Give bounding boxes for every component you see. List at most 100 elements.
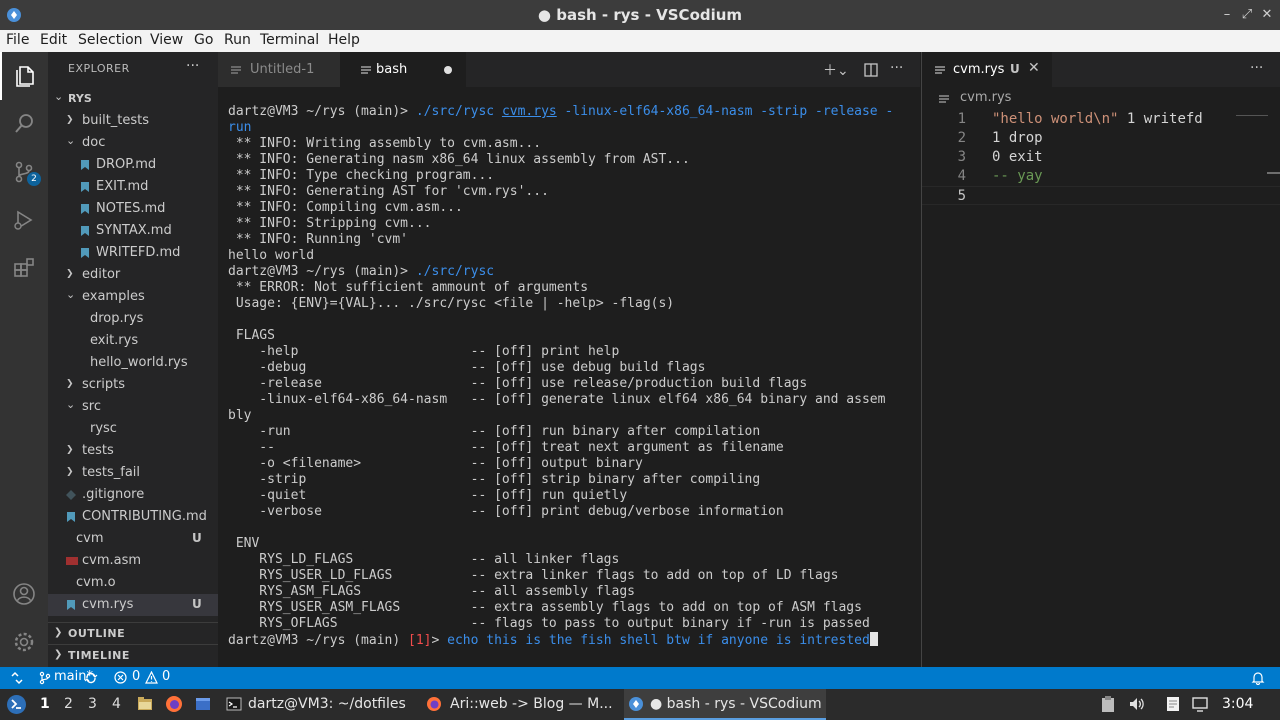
tree-item-label: scripts [82,377,125,392]
clipboard-icon[interactable] [1100,695,1116,713]
run-debug-icon[interactable] [0,196,48,244]
tree-file[interactable]: cvm.rys U [48,594,218,616]
tree-file[interactable]: DROP.md [48,154,218,176]
firefox-icon [427,697,441,711]
tree-file[interactable]: cvm U [48,528,218,550]
minimize-button[interactable]: – [1218,6,1236,24]
workspace-1[interactable]: 1 [40,696,50,712]
workspace-2[interactable]: 2 [64,696,73,712]
tab-bash[interactable]: bash [340,52,466,87]
tree-file[interactable]: cvm.asm [48,550,218,572]
notifications-bell-icon[interactable] [1251,671,1265,685]
code-token: 1 writefd [1118,111,1203,127]
explorer-icon[interactable] [0,52,48,100]
remote-indicator-icon[interactable] [10,671,24,685]
tree-file[interactable]: SYNTAX.md [48,220,218,242]
code-line[interactable]: 4 -- yay [922,167,1280,186]
lines-file-icon [939,95,949,103]
terminal-output[interactable]: dartz@VM3 ~/rys (main)> ./src/rysc cvm.r… [228,104,918,648]
tree-root-rys[interactable]: ⌄ RYS [48,88,218,110]
extensions-icon[interactable] [0,244,48,292]
tree-file[interactable]: rysc [48,418,218,440]
tree-folder[interactable]: ❯ built_tests [48,110,218,132]
close-tab-icon[interactable]: ✕ [1028,60,1040,76]
task-vscodium[interactable]: ● bash - rys - VSCodium [624,689,826,720]
status-bar: main* 0 0 [0,667,1280,689]
tab-untitled-1[interactable]: Untitled-1 [218,52,340,87]
close-window-button[interactable]: ✕ [1258,6,1276,24]
outline-section[interactable]: ❯ OUTLINE [48,622,218,644]
window-icon[interactable] [194,695,212,713]
code-line[interactable]: 1 "hello world\n" 1 writefd [922,110,1280,129]
tree-folder[interactable]: ⌄ src [48,396,218,418]
tree-file[interactable]: .gitignore [48,484,218,506]
display-icon[interactable] [1191,695,1209,713]
terminal-text: -- -- [off] treat next argument as filen… [228,440,784,455]
restore-button[interactable]: ⤢ [1238,6,1256,24]
code-line[interactable]: 3 0 exit [922,148,1280,167]
tree-folder[interactable]: ❯ tests_fail [48,462,218,484]
code-line[interactable]: 2 1 drop [922,129,1280,148]
menu-view[interactable]: View [150,32,183,48]
tree-file[interactable]: drop.rys [48,308,218,330]
tree-item-label: .gitignore [82,487,145,502]
file-manager-icon[interactable] [136,695,154,713]
tree-file[interactable]: WRITEFD.md [48,242,218,264]
menu-selection[interactable]: Selection [78,32,143,48]
untracked-status: U [1010,62,1020,76]
tree-folder[interactable]: ❯ scripts [48,374,218,396]
menu-go[interactable]: Go [194,32,213,48]
tree-file[interactable]: EXIT.md [48,176,218,198]
tab-cvm-rys[interactable]: cvm.rys U ✕ [922,52,1052,87]
tree-folder[interactable]: ❯ editor [48,264,218,286]
tree-folder[interactable]: ❯ tests [48,440,218,462]
tree-file[interactable]: hello_world.rys [48,352,218,374]
menu-terminal[interactable]: Terminal [260,32,319,48]
tree-file[interactable]: CONTRIBUTING.md [48,506,218,528]
menu-help[interactable]: Help [328,32,360,48]
warning-count[interactable]: 0 [162,669,170,684]
code-line[interactable]: 5 [922,186,1280,205]
error-count[interactable]: 0 [132,669,140,684]
volume-icon[interactable] [1128,695,1146,713]
code-editor[interactable]: 1 "hello world\n" 1 writefd 2 1 drop 3 0 exit… [922,110,1280,205]
sync-icon[interactable] [84,671,98,685]
terminal-text: ** INFO: Stripping cvm... [228,216,432,231]
task-firefox[interactable]: Ari::web -> Blog — M... [420,689,616,720]
more-actions-icon[interactable]: ··· [890,60,903,76]
tree-folder[interactable]: ⌄ doc [48,132,218,154]
task-terminal[interactable]: dartz@VM3: ~/dotfiles [222,689,408,720]
menu-file[interactable]: File [6,32,29,48]
split-editor-icon[interactable] [864,63,878,77]
search-icon[interactable] [0,100,48,148]
terminal-line: run [228,120,918,136]
firefox-icon[interactable] [165,695,183,713]
account-icon[interactable] [0,570,48,618]
workspace-3[interactable]: 3 [88,696,97,712]
timeline-section[interactable]: ❯ TIMELINE [48,644,218,666]
asm-file-icon [66,555,78,567]
scrollbar-thumb[interactable] [1267,172,1280,174]
terminal-line: dartz@VM3 ~/rys (main)> ./src/rysc [228,264,918,280]
tree-folder[interactable]: ⌄ examples [48,286,218,308]
explorer-more-actions-button[interactable]: ··· [186,58,199,74]
more-actions-icon[interactable]: ··· [1250,60,1263,76]
menu-edit[interactable]: Edit [40,32,67,48]
settings-gear-icon[interactable] [0,618,48,666]
notes-icon[interactable] [1165,695,1181,713]
workspace-4[interactable]: 4 [112,696,121,712]
start-menu-icon[interactable] [6,694,27,715]
new-terminal-plus-icon[interactable]: ＋⌄ [823,60,849,80]
source-control-icon[interactable]: 2 [0,148,48,196]
menu-run[interactable]: Run [224,32,251,48]
terminal-text: dartz@VM3 ~/rys (main)> [228,264,416,279]
tree-item-label: drop.rys [90,311,144,326]
task-label: Ari::web -> Blog — M... [450,696,613,712]
chevron-down-icon: ⌄ [66,288,76,301]
tree-file[interactable]: NOTES.md [48,198,218,220]
tree-file[interactable]: cvm.o [48,572,218,594]
unsaved-dot-icon[interactable] [444,66,452,74]
tree-file[interactable]: exit.rys [48,330,218,352]
terminal-text: -linux-elf64-x86_64-nasm -- [off] genera… [228,392,886,407]
terminal-line: dartz@VM3 ~/rys (main)> ./src/rysc cvm.r… [228,104,918,120]
